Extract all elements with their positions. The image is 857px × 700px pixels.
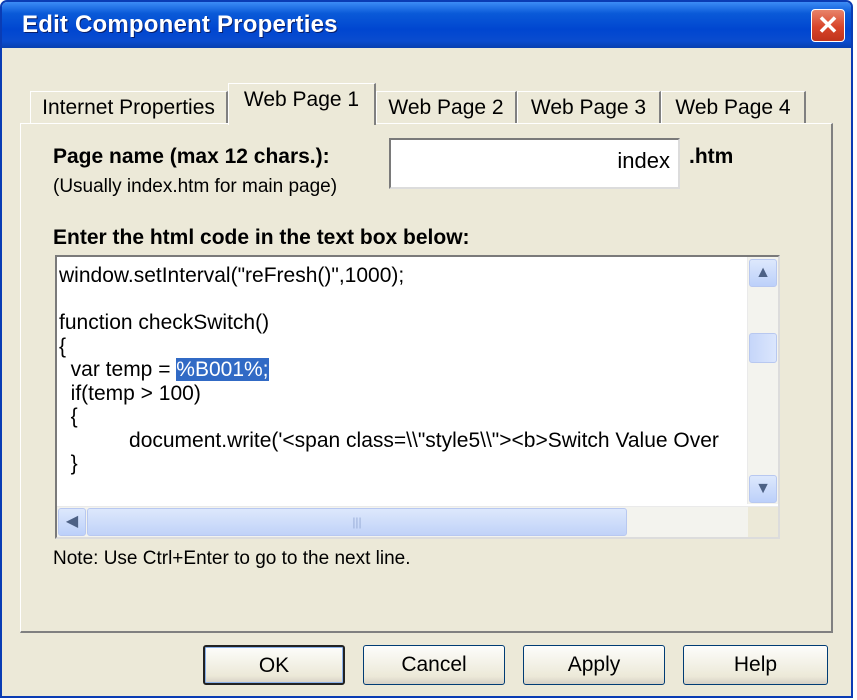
tab-web-page-1[interactable]: Web Page 1 <box>228 83 376 125</box>
code-line: if(temp > 100) <box>59 381 201 405</box>
scroll-left-button[interactable]: ◀ <box>58 508 86 536</box>
dialog-title: Edit Component Properties <box>22 11 338 38</box>
horizontal-scroll-thumb[interactable]: ||| <box>87 508 627 536</box>
chevron-down-icon: ▼ <box>755 480 771 497</box>
close-button[interactable]: ✕ <box>811 9 845 42</box>
code-line: function checkSwitch() <box>59 311 270 334</box>
scroll-up-button[interactable]: ▲ <box>749 259 777 287</box>
page-name-label: Page name (max 12 chars.): <box>53 145 330 168</box>
code-note: Note: Use Ctrl+Enter to go to the next l… <box>53 548 411 569</box>
vertical-scroll-thumb[interactable] <box>749 333 777 363</box>
grip-icon: ||| <box>352 515 362 529</box>
page-name-hint: (Usually index.htm for main page) <box>53 176 338 197</box>
code-line: document.write('<span class=\\"style5\\"… <box>59 428 719 452</box>
tab-internet-properties[interactable]: Internet Properties <box>30 91 228 125</box>
ok-button[interactable]: OK <box>203 645 345 685</box>
apply-button[interactable]: Apply <box>523 645 665 685</box>
tab-web-page-3[interactable]: Web Page 3 <box>517 91 661 125</box>
code-line: var temp = <box>59 358 177 381</box>
selected-text: %B001%; <box>176 358 269 381</box>
chevron-up-icon: ▲ <box>755 264 771 281</box>
code-line: { <box>59 334 67 358</box>
html-code-textarea[interactable]: window.setInterval("reFresh()",1000); fu… <box>55 255 780 539</box>
code-line: window.setInterval("reFresh()",1000); <box>59 264 405 287</box>
help-button[interactable]: Help <box>683 645 828 685</box>
horizontal-scrollbar[interactable]: ◀ ||| ▶ <box>57 506 780 537</box>
title-bar[interactable]: Edit Component Properties ✕ <box>2 2 851 48</box>
chevron-left-icon: ◀ <box>65 513 79 530</box>
tab-web-page-2[interactable]: Web Page 2 <box>376 91 517 125</box>
scroll-right-button[interactable]: ▶ <box>779 508 780 536</box>
page-extension-label: .htm <box>689 145 734 168</box>
scroll-down-button[interactable]: ▼ <box>749 475 777 503</box>
scroll-corner <box>748 507 778 537</box>
vertical-scrollbar[interactable]: ▲ ▼ <box>747 257 778 504</box>
code-line: { <box>59 405 78 428</box>
code-section-label: Enter the html code in the text box belo… <box>53 226 470 249</box>
code-line: } <box>59 452 78 475</box>
tab-web-page-4[interactable]: Web Page 4 <box>661 91 806 125</box>
page-name-input[interactable]: index <box>389 138 680 189</box>
close-icon: ✕ <box>817 10 839 40</box>
cancel-button[interactable]: Cancel <box>363 645 505 685</box>
code-content: window.setInterval("reFresh()",1000); fu… <box>59 264 778 476</box>
